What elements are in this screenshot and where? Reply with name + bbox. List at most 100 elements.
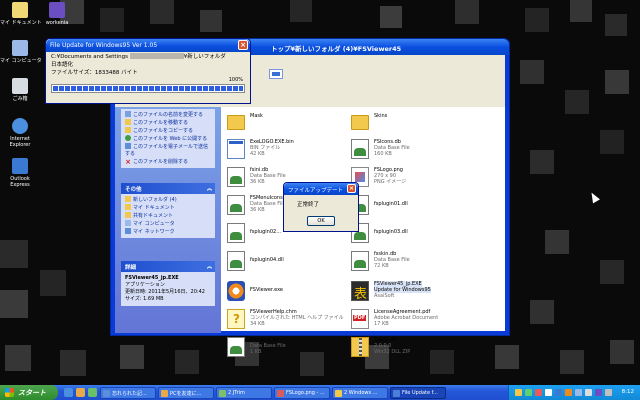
close-icon[interactable]: ×	[347, 184, 356, 193]
desktop-icon-outlook-express[interactable]: Outlook Express	[0, 158, 40, 188]
windows-logo-icon	[5, 388, 14, 397]
tray-icon[interactable]	[545, 389, 552, 396]
file-item[interactable]: fsskin.db Data Base File 72 KB	[351, 249, 469, 277]
other-places-header[interactable]: その他 ︽	[121, 183, 215, 194]
desktop-mosaic-tile	[0, 290, 28, 318]
file-item[interactable]: ExeLOGO.EXE.bin BIN ファイル 42 KB	[227, 137, 345, 165]
file-item[interactable]: fsplugin01.dll	[351, 193, 469, 221]
desktop-icon-my-documents[interactable]: マイ ドキュメント	[0, 2, 42, 26]
desktop-icon-internet-explorer[interactable]: Internet Explorer	[0, 118, 40, 148]
details-header[interactable]: 詳細 ︽	[121, 261, 215, 272]
volume-icon[interactable]	[605, 389, 612, 396]
desktop-mosaic-tile	[605, 70, 629, 94]
file-update-window[interactable]: File Update for Windows95 Ver 1.05 × C:¥…	[45, 38, 251, 104]
desktop-mosaic-tile	[530, 300, 554, 324]
desktop-mosaic-tile	[560, 350, 584, 374]
file-update-message-box[interactable]: ファイルアップデート × 正常終了 OK	[283, 182, 359, 232]
desktop-mosaic-tile	[455, 0, 479, 24]
taskbar-button[interactable]: FSLogo.png - ...	[274, 387, 330, 399]
start-button[interactable]: スタート	[0, 385, 58, 400]
tray-icon[interactable]	[535, 389, 542, 396]
tray-icon[interactable]	[515, 389, 522, 396]
desktop-icon-workenia[interactable]: workenia	[37, 2, 77, 26]
redacted-path-segment	[129, 53, 184, 59]
workenia-icon	[49, 2, 65, 18]
place-shared-documents[interactable]: 共有ドキュメント	[125, 212, 211, 220]
task-move[interactable]: このファイルを移動する	[125, 119, 211, 127]
progress-bar	[51, 84, 245, 93]
desktop-mosaic-tile	[495, 345, 519, 369]
task-email[interactable]: このファイルを電子メールで送信する	[125, 143, 211, 158]
close-icon[interactable]: ×	[238, 40, 248, 50]
file-item[interactable]: LicenseAgreement.pdfAdobe Acrobat Docume…	[351, 307, 469, 335]
file-item-selected[interactable]: FSViewer45_jp.EXEUpdate for Windows95Asa…	[351, 279, 469, 307]
file-item[interactable]: FSIcons.db Data Base File 160 KB	[351, 137, 469, 165]
taskbar-button[interactable]: 2 Windows ...	[332, 387, 388, 399]
task-web-publish[interactable]: このファイルを Web に公開する	[125, 135, 211, 143]
clock[interactable]: 8:12	[622, 389, 634, 395]
desktop-mosaic-tile	[545, 230, 569, 254]
mouse-cursor-icon	[588, 190, 600, 204]
file-item[interactable]: fsplugin04.dll	[227, 249, 345, 277]
task-rename[interactable]: このファイルの名前を変更する	[125, 111, 211, 119]
ok-button[interactable]: OK	[307, 216, 335, 226]
recycle-bin-icon	[12, 78, 28, 94]
desktop-mosaic-tile	[0, 240, 28, 268]
desktop-icon-my-computer[interactable]: マイ コンピュータ	[0, 40, 42, 64]
quick-launch-app-icon[interactable]	[76, 388, 85, 397]
file-item[interactable]: fsplugin03.dll	[351, 221, 469, 249]
taskbar-button[interactable]: PCを友達に...	[158, 387, 214, 399]
delete-icon: ×	[125, 158, 131, 166]
file-item[interactable]: FSViewer.exe	[227, 279, 345, 307]
file-item[interactable]: Mask	[227, 111, 345, 139]
desktop-mosaic-tile	[60, 350, 86, 376]
pdf-file-icon	[351, 309, 369, 329]
desktop-mosaic-tile	[610, 340, 634, 364]
collapse-chevron-icon[interactable]: ︽	[207, 185, 212, 192]
web-publish-icon	[125, 135, 131, 141]
file-update-title-bar[interactable]: File Update for Windows95 Ver 1.05 ×	[46, 39, 250, 52]
taskbar-button-active[interactable]: File Update f...	[390, 387, 446, 399]
taskbar-button[interactable]: 忘れられた記...	[100, 387, 156, 399]
task-app-icon	[161, 390, 168, 397]
place-my-network[interactable]: マイ ネットワーク	[125, 228, 211, 236]
file-item[interactable]: Skins	[351, 111, 469, 139]
tray-icon[interactable]	[575, 389, 582, 396]
quick-launch-ie-icon[interactable]	[64, 388, 73, 397]
message-box-title-bar[interactable]: ファイルアップデート ×	[284, 183, 358, 195]
my-network-icon	[125, 228, 131, 234]
database-file-icon	[351, 139, 369, 159]
folder-icon	[125, 196, 131, 202]
move-icon	[125, 119, 131, 125]
taskbar-button[interactable]: 2 JTrim	[216, 387, 272, 399]
file-item[interactable]: FSViewerHelp.chmコンパイルされた HTML ヘルプ ファイル34…	[227, 307, 345, 335]
desktop-mosaic-tile	[120, 345, 144, 369]
task-copy[interactable]: このファイルをコピーする	[125, 127, 211, 135]
desktop-mosaic-tile	[150, 0, 174, 24]
update-filesize: ファイルサイズ：1833488 バイト	[51, 70, 138, 76]
desktop-mosaic-tile	[175, 350, 199, 374]
file-list[interactable]: Mask Skins ExeLOGO.EXE.bin BIN ファイル 42 KB …	[221, 107, 505, 357]
views-icon[interactable]	[269, 69, 283, 79]
quick-launch-desktop-icon[interactable]	[88, 388, 97, 397]
task-delete[interactable]: × このファイルを削除する	[125, 158, 211, 166]
desktop-icon-recycle-bin[interactable]: ごみ箱	[0, 78, 40, 102]
file-item[interactable]: Portable.db Data Base File 1 KB	[227, 335, 345, 363]
desktop-mosaic-tile	[40, 270, 66, 296]
desktop-mosaic-tile	[520, 60, 544, 84]
place-my-computer[interactable]: マイ コンピュータ	[125, 220, 211, 228]
desktop-mosaic-tile	[100, 8, 124, 32]
place-new-folder[interactable]: 新しいフォルダ (4)	[125, 196, 211, 204]
tray-icon[interactable]	[585, 389, 592, 396]
place-my-documents[interactable]: マイ ドキュメント	[125, 204, 211, 212]
tray-icon[interactable]	[565, 389, 572, 396]
tray-icon[interactable]	[595, 389, 602, 396]
file-item[interactable]: Zip32.dll 2.0.0.0 Win32 DLL ZIP	[351, 335, 469, 363]
file-item[interactable]: FSLogo.png 270 x 90 PNG イメージ	[351, 165, 469, 193]
update-language: 日本語化	[51, 62, 74, 68]
tray-icon[interactable]	[555, 389, 562, 396]
collapse-chevron-icon[interactable]: ︽	[207, 263, 212, 270]
folder-icon	[227, 115, 245, 130]
task-app-icon	[219, 390, 226, 397]
tray-icon[interactable]	[525, 389, 532, 396]
